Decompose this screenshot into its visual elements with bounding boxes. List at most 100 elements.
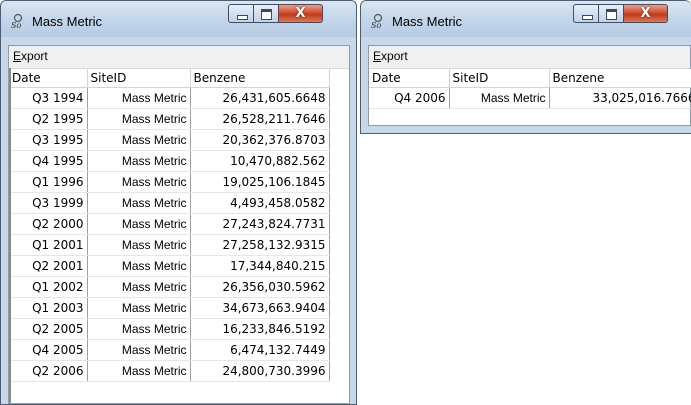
column-header-siteid[interactable]: SiteID	[87, 69, 191, 88]
minimize-icon	[582, 15, 593, 20]
window-client: Export Date SiteID Benzene Q4 2006 Mass M…	[368, 45, 691, 126]
table-row[interactable]: Q1 2001 Mass Metric 27,258,132.9315	[9, 234, 330, 256]
cell-siteid[interactable]: Mass Metric	[87, 171, 191, 193]
cell-siteid[interactable]: Mass Metric	[87, 297, 191, 319]
cell-date[interactable]: Q2 2000	[9, 213, 88, 235]
cell-date[interactable]: Q1 2002	[9, 276, 88, 298]
cell-date[interactable]: Q2 2006	[9, 360, 88, 382]
menu-export[interactable]: Export	[373, 49, 408, 63]
cell-benzene[interactable]: 26,356,030.5962	[190, 276, 330, 298]
cell-date[interactable]: Q3 1999	[9, 192, 88, 214]
table-row[interactable]: Q3 1994 Mass Metric 26,431,605.6648	[9, 87, 330, 109]
column-header-siteid[interactable]: SiteID	[449, 69, 550, 88]
table-row[interactable]: Q1 1996 Mass Metric 19,025,106.1845	[9, 171, 330, 193]
cell-benzene[interactable]: 19,025,106.1845	[190, 171, 330, 193]
menu-export[interactable]: Export	[13, 49, 48, 63]
cell-benzene[interactable]: 27,243,824.7731	[190, 213, 330, 235]
cell-benzene[interactable]: 17,344,840.215	[190, 255, 330, 277]
cell-siteid[interactable]: Mass Metric	[87, 360, 191, 382]
maximize-button[interactable]	[254, 4, 279, 23]
cell-siteid[interactable]: Mass Metric	[87, 213, 191, 235]
table-row[interactable]: Q2 2001 Mass Metric 17,344,840.215	[9, 255, 330, 277]
app-icon: So	[371, 13, 383, 29]
minimize-button[interactable]	[228, 4, 254, 23]
cell-siteid[interactable]: Mass Metric	[87, 129, 191, 151]
minimize-icon	[237, 15, 248, 20]
close-icon: X	[640, 6, 651, 21]
cell-benzene[interactable]: 26,528,211.7646	[190, 108, 330, 130]
column-header-date[interactable]: Date	[9, 69, 88, 88]
cell-date[interactable]: Q4 2005	[9, 339, 88, 361]
cell-siteid[interactable]: Mass Metric	[449, 87, 550, 109]
cell-siteid[interactable]: Mass Metric	[87, 276, 191, 298]
cell-benzene[interactable]: 4,493,458.0582	[190, 192, 330, 214]
grid-left-border	[9, 68, 11, 403]
table-row[interactable]: Q4 1995 Mass Metric 10,470,882.562	[9, 150, 330, 172]
cell-siteid[interactable]: Mass Metric	[87, 318, 191, 340]
cell-benzene[interactable]: 20,362,376.8703	[190, 129, 330, 151]
svg-text:So: So	[11, 21, 21, 29]
cell-benzene[interactable]: 6,474,132.7449	[190, 339, 330, 361]
cell-siteid[interactable]: Mass Metric	[87, 150, 191, 172]
table-row[interactable]: Q1 2003 Mass Metric 34,673,663.9404	[9, 297, 330, 319]
cell-date[interactable]: Q3 1994	[9, 87, 88, 109]
app-icon: So	[11, 13, 23, 29]
cell-siteid[interactable]: Mass Metric	[87, 339, 191, 361]
title-bar[interactable]: So Mass Metric X	[1, 1, 356, 37]
cell-date[interactable]: Q1 2003	[9, 297, 88, 319]
menu-bar: Export	[369, 46, 690, 69]
title-bar[interactable]: So Mass Metric X	[361, 1, 691, 37]
cell-benzene[interactable]: 26,431,605.6648	[190, 87, 330, 109]
table-row[interactable]: Q2 2000 Mass Metric 27,243,824.7731	[9, 213, 330, 235]
caption-buttons: X	[573, 4, 668, 24]
close-button[interactable]: X	[279, 4, 323, 23]
table-header-row: Date SiteID Benzene	[369, 69, 691, 88]
data-table: Date SiteID Benzene Q3 1994 Mass Metric 26…	[9, 69, 330, 382]
cell-date[interactable]: Q1 2001	[9, 234, 88, 256]
cell-date[interactable]: Q1 1996	[9, 171, 88, 193]
minimize-button[interactable]	[573, 4, 599, 23]
data-window-2: So Mass Metric X Export Date SiteID Benz…	[360, 0, 691, 134]
cell-benzene[interactable]: 34,673,663.9404	[190, 297, 330, 319]
cell-date[interactable]: Q2 2001	[9, 255, 88, 277]
column-header-date[interactable]: Date	[369, 69, 450, 88]
table-row[interactable]: Q4 2005 Mass Metric 6,474,132.7449	[9, 339, 330, 361]
column-header-benzene[interactable]: Benzene	[190, 69, 330, 88]
window-title: Mass Metric	[392, 14, 463, 29]
table-row[interactable]: Q2 2005 Mass Metric 16,233,846.5192	[9, 318, 330, 340]
cell-siteid[interactable]: Mass Metric	[87, 108, 191, 130]
maximize-icon	[261, 9, 272, 20]
data-table: Date SiteID Benzene Q4 2006 Mass Metric 33…	[369, 69, 691, 109]
cell-siteid[interactable]: Mass Metric	[87, 87, 191, 109]
maximize-button[interactable]	[599, 4, 624, 23]
window-client: Export Date SiteID Benzene Q3 1994 Mass M…	[8, 45, 350, 404]
cell-benzene[interactable]: 16,233,846.5192	[190, 318, 330, 340]
cell-siteid[interactable]: Mass Metric	[87, 234, 191, 256]
cell-date[interactable]: Q2 2005	[9, 318, 88, 340]
cell-benzene[interactable]: 10,470,882.562	[190, 150, 330, 172]
cell-date[interactable]: Q3 1995	[9, 129, 88, 151]
cell-benzene[interactable]: 33,025,016.7666	[549, 87, 691, 109]
table-row[interactable]: Q3 1995 Mass Metric 20,362,376.8703	[9, 129, 330, 151]
table-row[interactable]: Q4 2006 Mass Metric 33,025,016.7666	[369, 87, 691, 109]
cell-date[interactable]: Q4 1995	[9, 150, 88, 172]
cell-siteid[interactable]: Mass Metric	[87, 192, 191, 214]
data-window-1: So Mass Metric X Export Date SiteID Benz…	[0, 0, 357, 405]
cell-date[interactable]: Q4 2006	[369, 87, 450, 109]
column-header-benzene[interactable]: Benzene	[549, 69, 691, 88]
close-button[interactable]: X	[624, 4, 668, 23]
menu-bar: Export	[9, 46, 349, 69]
maximize-icon	[606, 9, 617, 20]
table-row[interactable]: Q3 1999 Mass Metric 4,493,458.0582	[9, 192, 330, 214]
table-header-row: Date SiteID Benzene	[9, 69, 330, 88]
cell-date[interactable]: Q2 1995	[9, 108, 88, 130]
cell-benzene[interactable]: 27,258,132.9315	[190, 234, 330, 256]
table-row[interactable]: Q2 2006 Mass Metric 24,800,730.3996	[9, 360, 330, 382]
cell-benzene[interactable]: 24,800,730.3996	[190, 360, 330, 382]
caption-buttons: X	[228, 4, 323, 24]
window-title: Mass Metric	[32, 14, 103, 29]
table-row[interactable]: Q2 1995 Mass Metric 26,528,211.7646	[9, 108, 330, 130]
table-row[interactable]: Q1 2002 Mass Metric 26,356,030.5962	[9, 276, 330, 298]
close-icon: X	[295, 6, 306, 21]
cell-siteid[interactable]: Mass Metric	[87, 255, 191, 277]
